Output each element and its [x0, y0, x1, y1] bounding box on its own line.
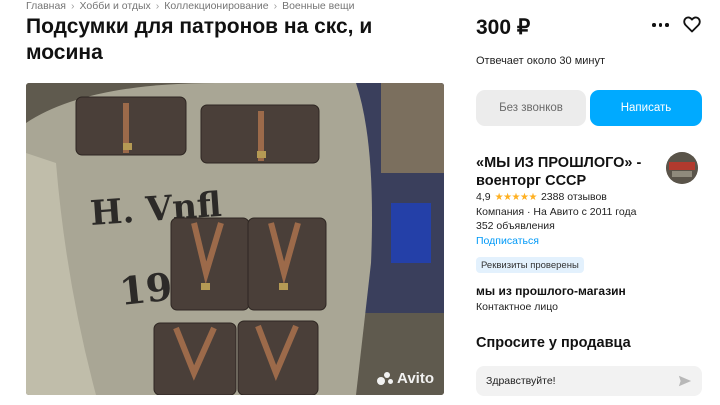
seller-company-info: Компания · На Авито с 2011 года: [476, 206, 637, 218]
contact-person-name: мы из прошлого-магазин: [476, 284, 626, 298]
contact-person-role: Контактное лицо: [476, 301, 558, 313]
ask-seller-title: Спросите у продавца: [476, 335, 631, 351]
write-message-button[interactable]: Написать: [590, 90, 702, 126]
breadcrumb: Главная › Хобби и отдых › Коллекциониров…: [26, 0, 354, 12]
verified-badge: Реквизиты проверены: [476, 257, 584, 273]
breadcrumb-item-hobby[interactable]: Хобби и отдых: [79, 0, 150, 12]
no-calls-button[interactable]: Без звонков: [476, 90, 586, 126]
avito-watermark-text: Avito: [397, 370, 434, 387]
avito-logo-icon: [377, 371, 394, 386]
seller-avatar-image: [666, 152, 698, 184]
favorite-heart-icon[interactable]: [682, 14, 702, 34]
breadcrumb-item-military[interactable]: Военные вещи: [282, 0, 354, 12]
more-options-icon[interactable]: [652, 18, 670, 32]
breadcrumb-item-home[interactable]: Главная: [26, 0, 66, 12]
breadcrumb-separator-icon: ›: [70, 0, 75, 12]
reviews-link[interactable]: 2388 отзывов: [541, 191, 607, 203]
subscribe-link[interactable]: Подписаться: [476, 235, 539, 247]
message-input[interactable]: Здравствуйте!: [476, 366, 702, 396]
breadcrumb-separator-icon: ›: [273, 0, 278, 12]
breadcrumb-separator-icon: ›: [155, 0, 160, 12]
seller-rating: 4,9 ★★★★★ 2388 отзывов: [476, 191, 607, 203]
send-icon[interactable]: [678, 374, 692, 388]
price: 300 ₽: [476, 16, 531, 39]
sidebar: 300 ₽ Отвечает около 30 минут Без звонко…: [476, 0, 716, 405]
avito-watermark: Avito: [377, 370, 434, 387]
page-title: Подсумки для патронов на скс, и мосина: [26, 15, 373, 64]
product-photo-image: H. Vnfl 193: [26, 83, 444, 395]
breadcrumb-item-collecting[interactable]: Коллекционирование: [164, 0, 268, 12]
message-input-text[interactable]: Здравствуйте!: [486, 375, 678, 387]
seller-name[interactable]: «МЫ ИЗ ПРОШЛОГО» - военторг СССР: [476, 154, 651, 190]
rating-stars-icon: ★★★★★: [494, 191, 538, 203]
reply-time: Отвечает около 30 минут: [476, 55, 606, 67]
seller-ads-count[interactable]: 352 объявления: [476, 220, 555, 232]
seller-avatar[interactable]: [666, 152, 698, 184]
rating-value: 4,9: [476, 191, 491, 203]
product-photo[interactable]: H. Vnfl 193 Avito: [26, 83, 444, 395]
